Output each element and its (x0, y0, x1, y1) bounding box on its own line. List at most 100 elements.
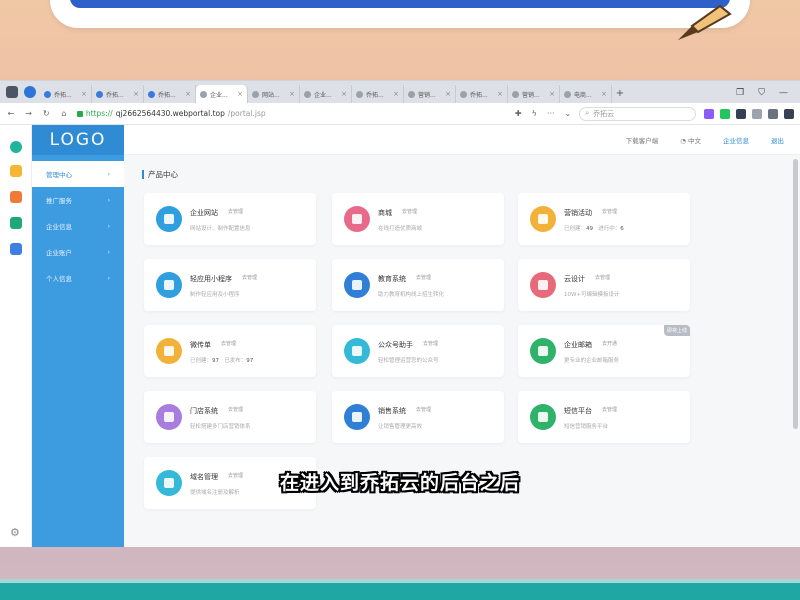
browser-tab[interactable]: 企业... × (300, 85, 352, 103)
browser-tab[interactable]: 乔拓... × (456, 85, 508, 103)
tab-close-icon[interactable]: × (445, 90, 451, 98)
product-manage-link[interactable]: 去管理 (602, 406, 617, 413)
browser-tab[interactable]: 网站... × (248, 85, 300, 103)
translate-icon[interactable]: ✚ (515, 109, 522, 118)
tab-favicon (304, 90, 311, 98)
settings-icon[interactable]: ⚙ (10, 526, 20, 539)
logout-link[interactable]: 退出 (771, 135, 784, 145)
product-manage-link[interactable]: 去管理 (221, 340, 236, 347)
sidebar-doc-icon[interactable] (10, 243, 22, 255)
tab-title: 乔拓... (106, 91, 124, 99)
sidebar-note-icon[interactable] (10, 191, 22, 203)
video-subtitle: 在进入到乔拓云的后台之后 (279, 472, 520, 494)
tab-close-icon[interactable]: × (601, 90, 607, 98)
scrollbar[interactable] (793, 159, 798, 429)
nav-item[interactable]: 企业账户 › (32, 239, 124, 265)
tab-close-icon[interactable]: × (497, 90, 503, 98)
extension-icon[interactable] (720, 108, 731, 119)
lock-icon (76, 110, 83, 117)
url-field[interactable]: https://qj2662564430.webportal.top/porta… (76, 109, 397, 118)
product-card[interactable]: 营销活动 去管理 已创建：49 进行中：6 (518, 193, 690, 245)
nav-item[interactable]: 推广服务 › (32, 187, 124, 213)
nav-item[interactable]: 管理中心 › (32, 161, 124, 187)
browser-tab[interactable]: 企业... × (196, 85, 248, 103)
tab-close-icon[interactable]: × (133, 90, 139, 98)
product-manage-link[interactable]: 去管理 (602, 208, 617, 215)
product-manage-link[interactable]: 去开通 (602, 340, 617, 347)
nav-item[interactable]: 个人信息 › (32, 265, 124, 291)
browser-tab[interactable]: 乔拓... × (144, 85, 196, 103)
more-icon[interactable]: ··· (547, 109, 555, 118)
product-card[interactable]: 公众号助手 去管理 轻松管理运营您的公众号 (332, 325, 504, 377)
product-manage-link[interactable]: 去管理 (242, 274, 257, 281)
product-card[interactable]: 云设计 去管理 10W+可编辑模板设计 (518, 259, 690, 311)
forward-icon[interactable]: → (24, 109, 34, 118)
product-card[interactable]: 短信平台 去管理 短信营销服务平台 (518, 391, 690, 443)
reload-icon[interactable]: ↻ (41, 109, 51, 118)
url-path: /portal.jsp (227, 109, 266, 118)
sidebar-app-icon[interactable] (10, 141, 22, 153)
product-manage-link[interactable]: 去管理 (416, 274, 431, 281)
product-description: 轻松搭建多门店营销体系 (190, 424, 251, 430)
new-tab-button[interactable]: + (612, 85, 628, 103)
extension-icon[interactable] (752, 108, 763, 119)
shield-icon[interactable]: ⛉ (758, 88, 765, 98)
product-card[interactable]: 商城 去管理 在线打造优质商城 (332, 193, 504, 245)
browser-tab[interactable]: 乔拓... × (92, 85, 144, 103)
product-icon (156, 206, 182, 232)
tab-close-icon[interactable]: × (393, 90, 399, 98)
tab-close-icon[interactable]: × (289, 90, 295, 98)
product-manage-link[interactable]: 去管理 (228, 208, 243, 215)
browser-tab[interactable]: 营销... × (508, 85, 560, 103)
tab-title: 企业... (314, 91, 332, 99)
product-manage-link[interactable]: 去管理 (423, 340, 438, 347)
sidebar-mail-icon[interactable] (10, 217, 22, 229)
chevron-right-icon: › (107, 274, 110, 282)
tab-close-icon[interactable]: × (185, 90, 191, 98)
restore-icon[interactable]: ❐ (736, 88, 744, 98)
tab-close-icon[interactable]: × (237, 90, 243, 98)
top-banner (50, 0, 750, 28)
product-card[interactable]: 企业网站 去管理 网站设计、制作配置信息 (144, 193, 316, 245)
browser-tab[interactable]: 营销... × (404, 85, 456, 103)
menu-icon[interactable] (784, 108, 795, 119)
extension-icon[interactable] (704, 108, 715, 119)
product-card[interactable]: 轻应用小程序 去管理 制作轻应用及小程序 (144, 259, 316, 311)
product-manage-link[interactable]: 去管理 (402, 208, 417, 215)
product-card[interactable]: 销售系统 去管理 让销售管理更高效 (332, 391, 504, 443)
browser-menu-icon[interactable] (6, 86, 18, 98)
lightning-icon[interactable]: ϟ (532, 109, 537, 118)
product-card[interactable]: 企业邮箱 去开通 更专业的企业邮箱服务 即将上线 (518, 325, 690, 377)
nav-item-label: 个人信息 (46, 275, 72, 283)
browser-tab[interactable]: 电商... × (560, 85, 612, 103)
product-card[interactable]: 门店系统 去管理 轻松搭建多门店营销体系 (144, 391, 316, 443)
browser-home-icon[interactable] (24, 86, 36, 98)
search-input[interactable]: ⌕ 乔拓云 (579, 106, 697, 121)
sidebar-star-icon[interactable] (10, 165, 22, 177)
section-title: 产品中心 (142, 169, 178, 180)
browser-tab[interactable]: 乔拓... × (40, 85, 92, 103)
company-info-link[interactable]: 企业信息 (723, 135, 749, 145)
product-card[interactable]: 教育系统 去管理 助力教育机构线上招生转化 (332, 259, 504, 311)
product-manage-link[interactable]: 去管理 (416, 406, 431, 413)
minimize-icon[interactable]: — (779, 88, 788, 98)
language-selector[interactable]: ◔ 中文 (680, 135, 701, 145)
product-manage-link[interactable]: 去管理 (228, 406, 243, 413)
product-manage-link[interactable]: 去管理 (595, 274, 610, 281)
extension-icon[interactable] (736, 108, 747, 119)
home-icon[interactable]: ⌂ (59, 109, 69, 118)
product-icon (344, 272, 370, 298)
bottom-band (0, 579, 800, 600)
tab-close-icon[interactable]: × (549, 90, 555, 98)
tab-close-icon[interactable]: × (81, 90, 87, 98)
download-client-link[interactable]: 下载客户端 (626, 135, 659, 145)
nav-item[interactable]: 企业信息 › (32, 213, 124, 239)
tab-close-icon[interactable]: × (341, 90, 347, 98)
back-icon[interactable]: ← (6, 109, 16, 118)
undo-icon[interactable] (768, 108, 779, 119)
address-bar: ← → ↻ ⌂ https://qj2662564430.webportal.t… (0, 103, 800, 125)
browser-tab[interactable]: 乔拓... × (352, 85, 404, 103)
product-description: 制作轻应用及小程序 (190, 292, 240, 298)
chevron-down-icon[interactable]: ⌄ (565, 109, 572, 118)
product-card[interactable]: 微传单 去管理 已创建：97 已发布：97 (144, 325, 316, 377)
